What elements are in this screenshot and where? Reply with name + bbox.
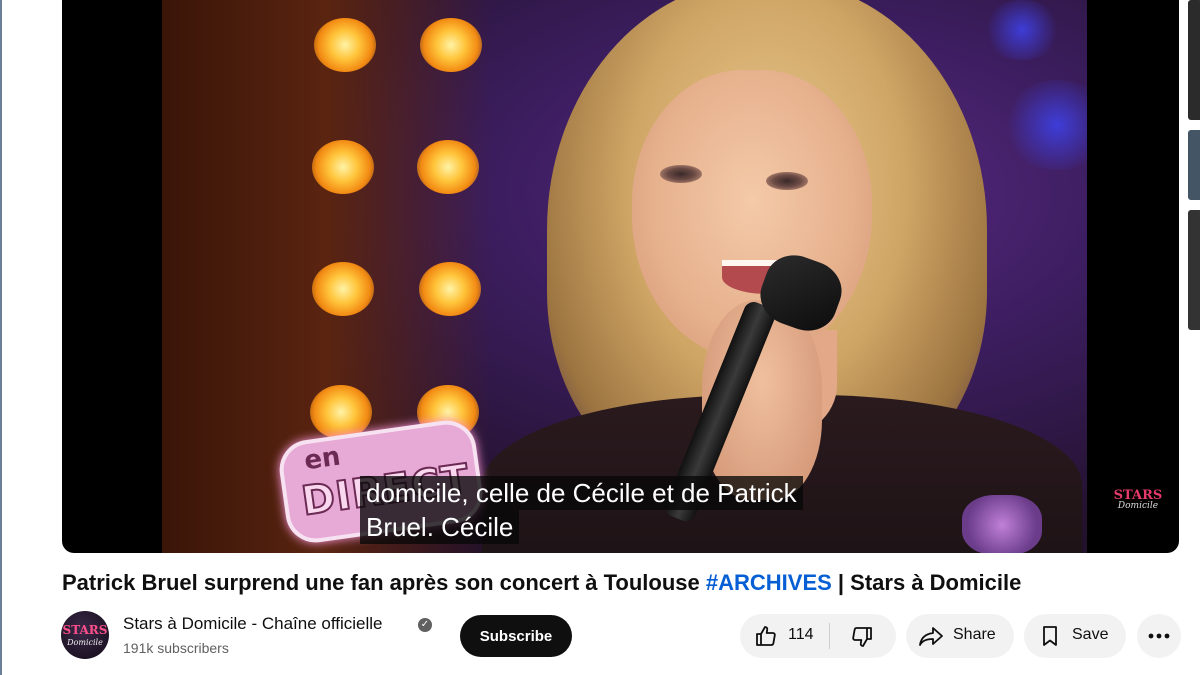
dislike-button[interactable]: [830, 614, 896, 658]
thumbs-down-icon: [852, 627, 872, 647]
like-button[interactable]: 114: [740, 614, 828, 658]
more-actions-button[interactable]: [1137, 614, 1181, 658]
video-title: Patrick Bruel surprend une fan après son…: [62, 570, 1021, 596]
title-text: Patrick Bruel surprend une fan après son…: [62, 570, 706, 595]
logo-line1: en: [302, 441, 343, 477]
title-suffix: | Stars à Domicile: [831, 570, 1022, 595]
stage-light: [314, 18, 376, 72]
like-count: 114: [788, 626, 814, 643]
caption-line: domicile, celle de Cécile et de Patrick: [360, 476, 803, 510]
video-player[interactable]: en DIRECT domicile, celle de Cécile et d…: [62, 0, 1179, 553]
stage-light: [312, 140, 374, 194]
more-horizontal-icon: [1148, 633, 1170, 639]
adjacent-window-strip: [1182, 0, 1200, 340]
stage-light: [419, 262, 481, 316]
share-icon: [919, 627, 943, 646]
save-label: Save: [1072, 626, 1109, 643]
bookmark-icon: [1043, 626, 1057, 646]
like-dislike-group: 114: [740, 614, 896, 658]
subscriber-count: 191k subscribers: [123, 640, 229, 656]
video-frame[interactable]: en DIRECT: [162, 0, 1087, 553]
save-button[interactable]: Save: [1024, 614, 1126, 658]
share-label: Share: [953, 626, 996, 643]
closed-captions: domicile, celle de Cécile et de Patrick …: [360, 476, 803, 544]
window-edge: [0, 0, 2, 675]
thumbs-up-icon: [756, 626, 776, 646]
subscribe-button[interactable]: Subscribe: [460, 615, 572, 657]
channel-watermark[interactable]: STARS Domicile: [1112, 488, 1164, 511]
check-circle-icon: ✓: [418, 618, 432, 632]
stage-light: [310, 385, 372, 439]
caption-line: Bruel. Cécile: [360, 510, 520, 544]
hashtag-link[interactable]: #ARCHIVES: [706, 570, 832, 595]
stage-light: [420, 18, 482, 72]
stage-light: [312, 262, 374, 316]
stage-light: [417, 140, 479, 194]
share-button[interactable]: Share: [906, 614, 1014, 658]
channel-avatar[interactable]: STARS Domicile: [61, 611, 109, 659]
channel-name[interactable]: Stars à Domicile - Chaîne officielle: [123, 614, 383, 634]
